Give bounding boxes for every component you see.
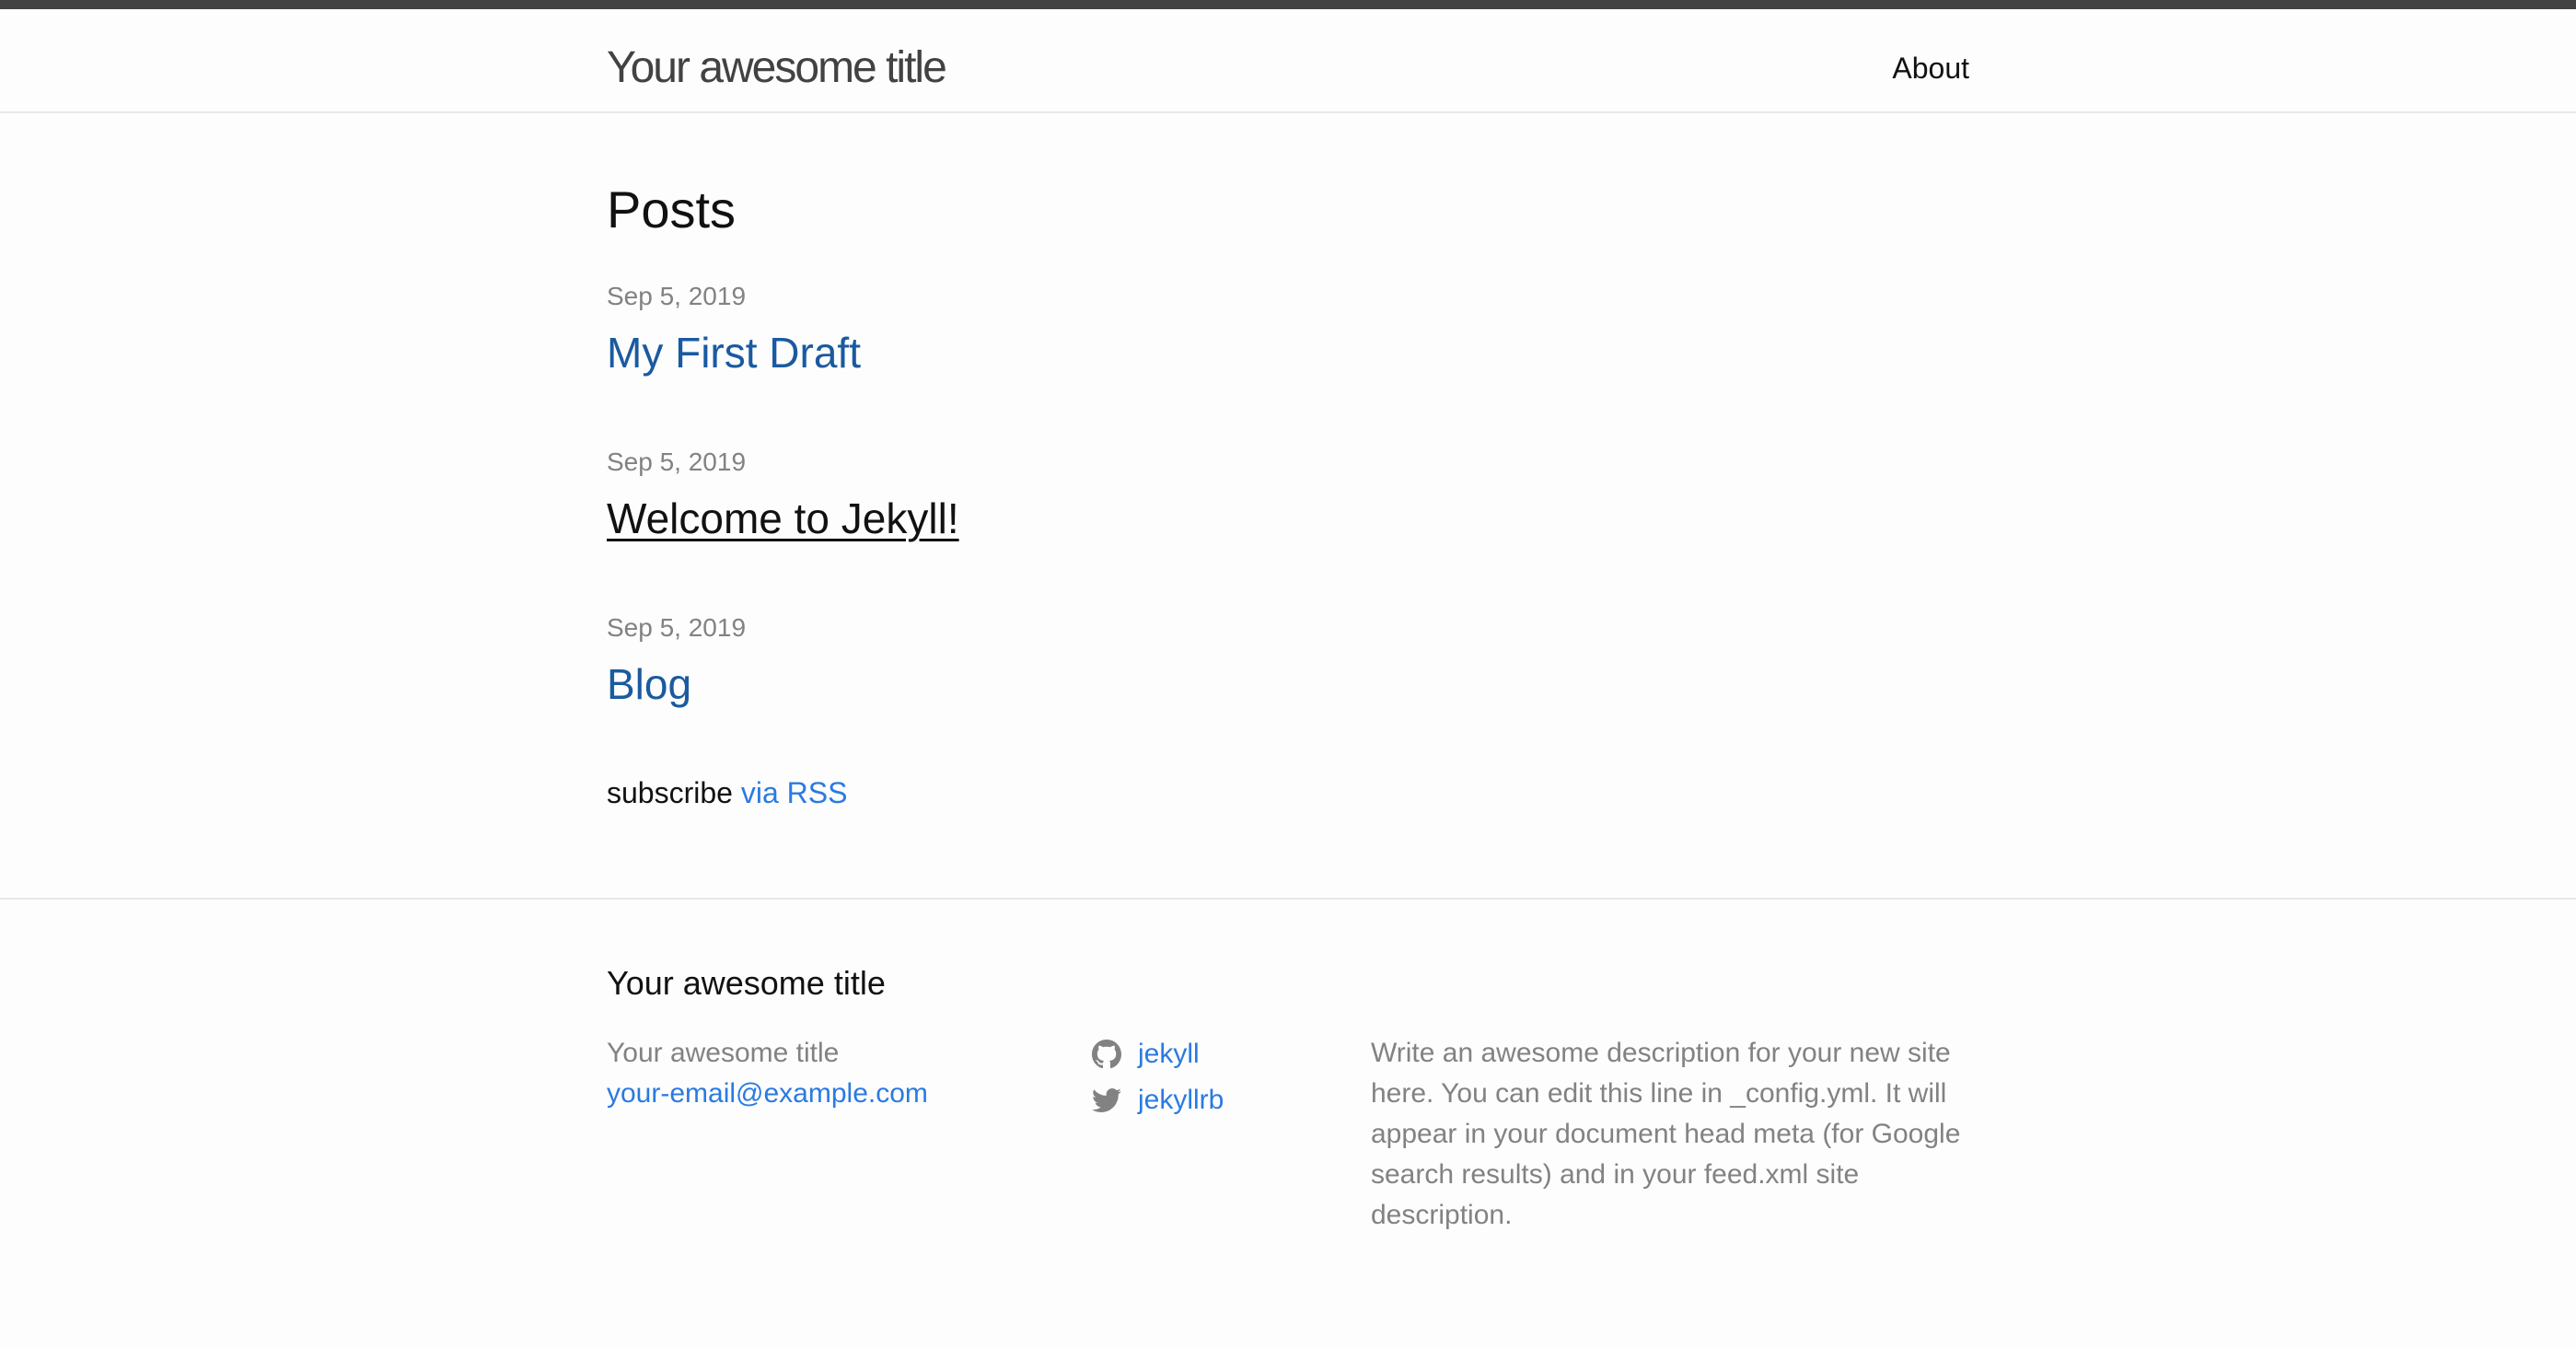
social-item-twitter[interactable]: jekyllrb bbox=[1092, 1075, 1224, 1125]
nav-link-about[interactable]: About bbox=[1892, 41, 1969, 96]
footer-email-link[interactable]: your-email@example.com bbox=[607, 1078, 928, 1109]
social-item-github[interactable]: jekyll bbox=[1092, 1029, 1224, 1079]
post-link-my-first-draft[interactable]: My First Draft bbox=[607, 325, 861, 380]
footer-description: Write an awesome description for your ne… bbox=[1371, 1038, 1961, 1230]
post-date: Sep 5, 2019 bbox=[607, 447, 747, 476]
twitter-icon bbox=[1092, 1087, 1121, 1112]
footer-heading: Your awesome title bbox=[607, 964, 886, 1002]
post-date: Sep 5, 2019 bbox=[607, 282, 747, 310]
post-link-blog[interactable]: Blog bbox=[607, 657, 691, 712]
footer-social-column: jekyll jekyllrb bbox=[1092, 1033, 1224, 1125]
footer-contact-column: Your awesome title your-email@example.co… bbox=[607, 1033, 928, 1114]
subscribe-line: subscribe via RSS bbox=[607, 770, 847, 816]
subscribe-text: subscribe bbox=[607, 776, 733, 809]
site-title-link[interactable]: Your awesome title bbox=[607, 31, 947, 105]
posts-heading: Posts bbox=[607, 180, 737, 238]
footer-contact-name: Your awesome title bbox=[607, 1038, 840, 1068]
post-date: Sep 5, 2019 bbox=[607, 613, 747, 642]
site-header: Your awesome title About bbox=[0, 9, 2576, 113]
site-footer: Your awesome title Your awesome title yo… bbox=[0, 898, 2576, 1348]
github-link[interactable]: jekyll bbox=[1138, 1034, 1200, 1075]
top-accent-bar bbox=[0, 0, 2576, 9]
github-icon bbox=[1092, 1040, 1121, 1069]
post-link-welcome-to-jekyll[interactable]: Welcome to Jekyll! bbox=[607, 491, 959, 546]
rss-feed-link[interactable]: via RSS bbox=[741, 776, 848, 809]
twitter-link[interactable]: jekyllrb bbox=[1138, 1080, 1224, 1121]
